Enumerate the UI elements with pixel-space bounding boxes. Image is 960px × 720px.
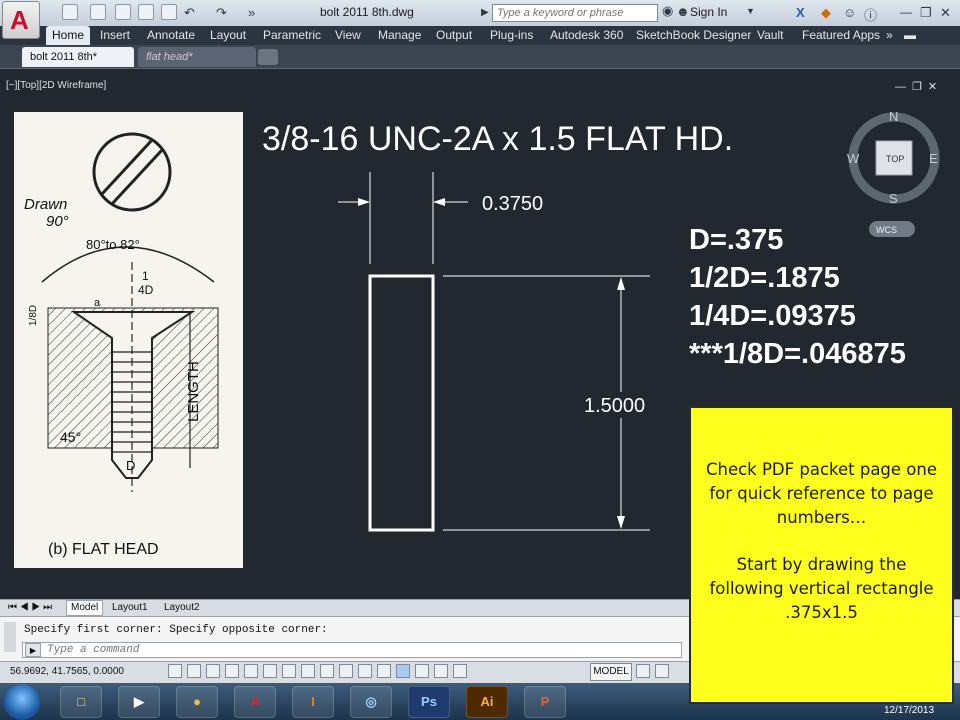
snap-mode-icon[interactable]: [187, 664, 201, 678]
infer-constraints-icon[interactable]: [168, 664, 182, 678]
tab-layout1[interactable]: Layout1: [108, 601, 152, 615]
view-cube-top-face[interactable]: TOP: [886, 154, 904, 164]
autocad-logo-icon: A: [10, 5, 29, 35]
command-history: Specify first corner: Specify opposite c…: [24, 624, 328, 636]
dwg-viewer-icon[interactable]: ◎: [350, 686, 392, 718]
compass-west[interactable]: W: [847, 151, 860, 166]
start-button-icon[interactable]: [4, 684, 40, 720]
command-input[interactable]: [22, 642, 682, 658]
note-paragraph-2: Start by drawing the following vertical …: [709, 555, 934, 622]
width-dimension: 0.3750: [482, 193, 543, 215]
instruction-note: Check PDF packet page one for quick refe…: [689, 406, 954, 704]
command-line-grip[interactable]: [4, 622, 16, 652]
powerpoint-icon[interactable]: P: [524, 686, 566, 718]
quick-view-layouts-icon[interactable]: [636, 664, 650, 678]
taskbar-clock[interactable]: 12/17/2013: [884, 705, 934, 716]
file-explorer-icon[interactable]: □: [60, 686, 102, 718]
media-player-icon[interactable]: ▶: [118, 686, 160, 718]
plus-icon[interactable]: [453, 664, 467, 678]
layout-nav-arrows[interactable]: ⏮ ◀ ▶ ⏭: [4, 601, 56, 615]
autocad-taskbar-icon[interactable]: A: [234, 686, 276, 718]
lineweight-icon[interactable]: [358, 664, 372, 678]
view-cube[interactable]: TOP N S E W WCS: [847, 109, 940, 237]
tab-layout2[interactable]: Layout2: [160, 601, 204, 615]
tab-model[interactable]: Model: [66, 600, 104, 616]
note-quarter-d: 1/4D=.09375: [689, 300, 856, 332]
compass-north[interactable]: N: [889, 109, 898, 124]
ortho-mode-icon[interactable]: [225, 664, 239, 678]
model-space-button[interactable]: MODEL: [590, 663, 632, 681]
object-snap-icon[interactable]: [263, 664, 277, 678]
illustrator-icon[interactable]: Ai: [466, 686, 508, 718]
dynamic-ucs-icon[interactable]: [320, 664, 334, 678]
object-snap-tracking-icon[interactable]: [301, 664, 315, 678]
note-paragraph-1: Check PDF packet page one for quick refe…: [705, 460, 938, 527]
note-d: D=.375: [689, 224, 783, 256]
grid-display-icon[interactable]: [206, 664, 220, 678]
application-menu-button[interactable]: A: [2, 1, 40, 39]
annotation-monitor-icon[interactable]: [434, 664, 448, 678]
wcs-menu[interactable]: WCS: [876, 225, 897, 235]
quick-properties-icon[interactable]: [396, 664, 410, 678]
transparency-icon[interactable]: [377, 664, 391, 678]
compass-east[interactable]: E: [929, 151, 938, 166]
coordinate-readout[interactable]: 56.9692, 41.7565, 0.0000: [10, 666, 124, 677]
selection-cycling-icon[interactable]: [415, 664, 429, 678]
bolt-rectangle[interactable]: [368, 274, 435, 532]
quick-view-drawings-icon[interactable]: [655, 664, 669, 678]
chrome-icon[interactable]: ●: [176, 686, 218, 718]
3d-object-snap-icon[interactable]: [282, 664, 296, 678]
photoshop-icon[interactable]: Ps: [408, 686, 450, 718]
note-eighth-d: ***1/8D=.046875: [689, 338, 906, 370]
note-half-d: 1/2D=.1875: [689, 262, 840, 294]
dynamic-input-icon[interactable]: [339, 664, 353, 678]
length-dimension: 1.5000: [584, 395, 645, 417]
compass-south[interactable]: S: [889, 191, 898, 206]
polar-tracking-icon[interactable]: [244, 664, 258, 678]
inventor-icon[interactable]: I: [292, 686, 334, 718]
drawing-title: 3/8-16 UNC-2A x 1.5 FLAT HD.: [262, 120, 733, 158]
command-prompt-icon[interactable]: ▶: [25, 643, 41, 657]
